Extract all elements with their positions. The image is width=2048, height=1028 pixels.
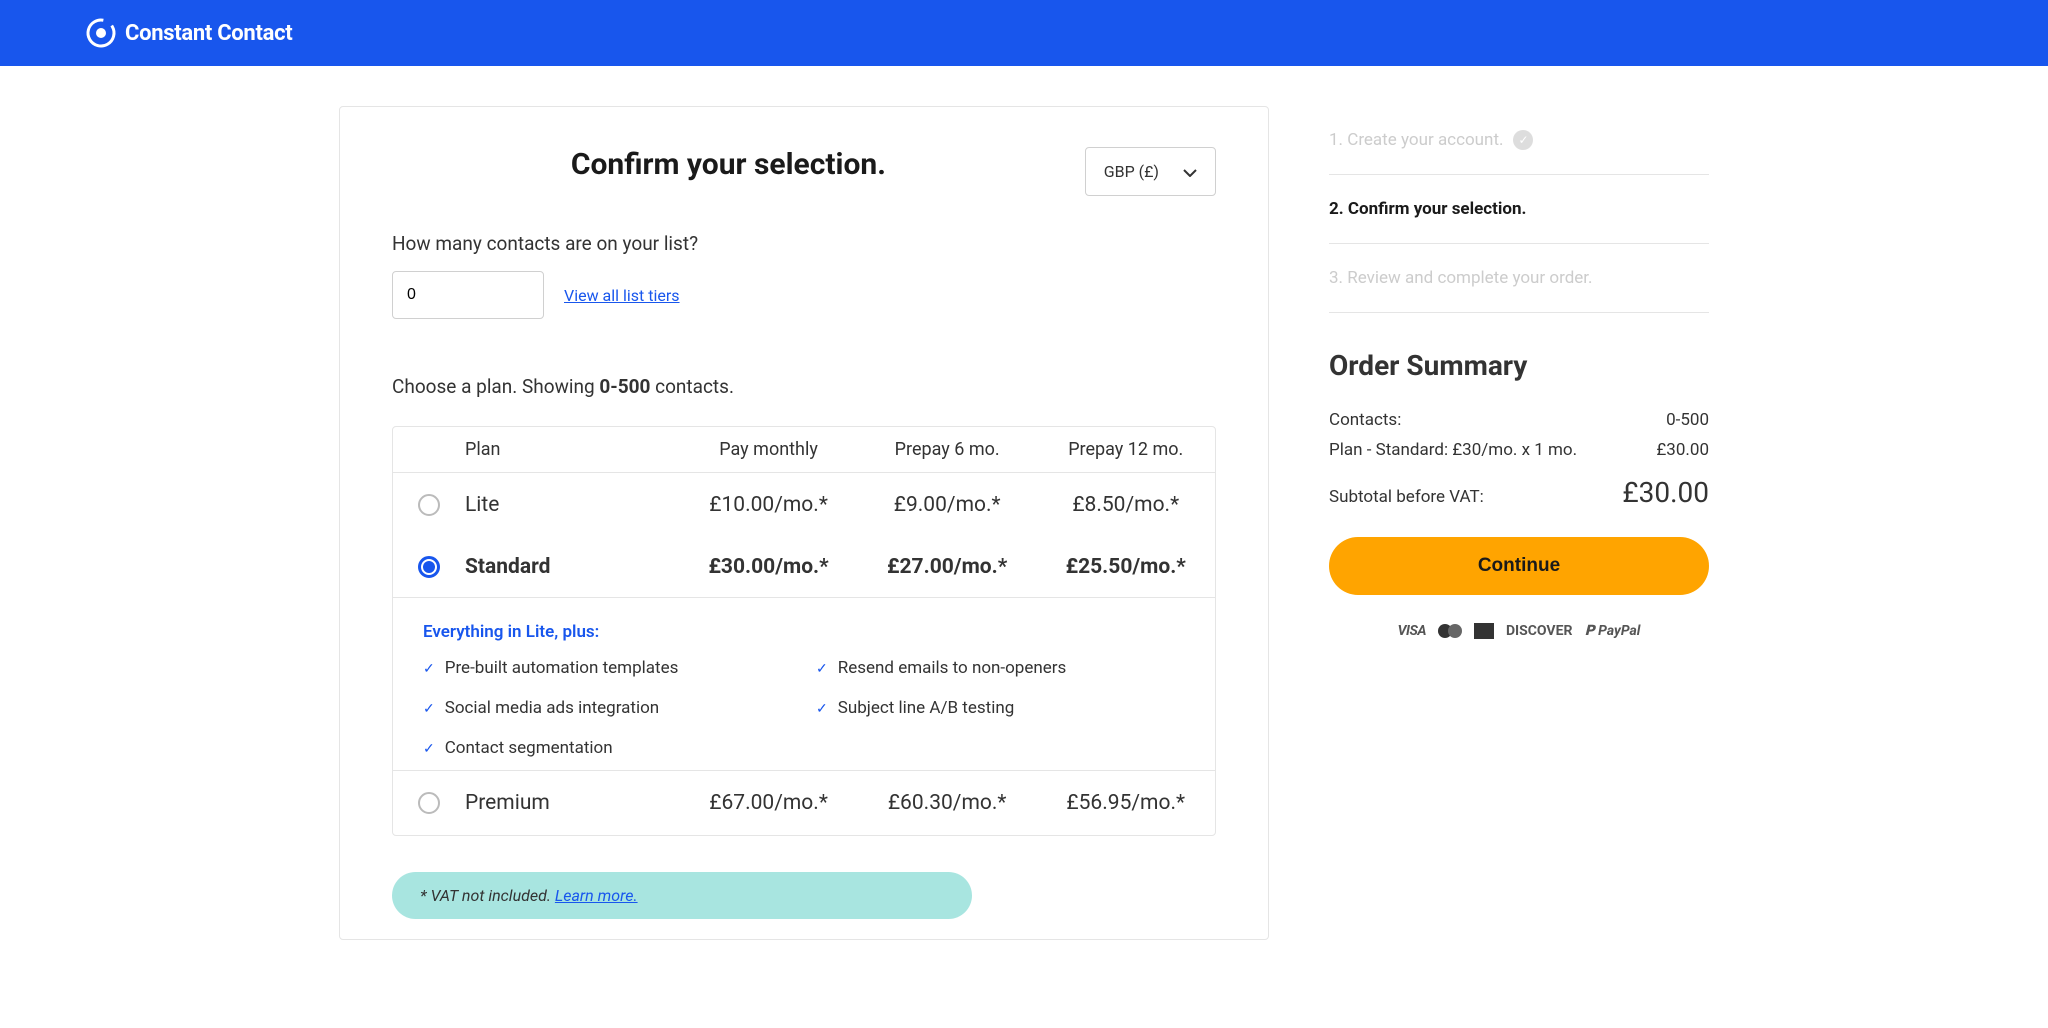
plan-name-lite: Lite bbox=[465, 493, 679, 517]
header: Constant Contact bbox=[0, 0, 2048, 66]
check-icon: ✓ bbox=[423, 701, 435, 717]
summary-contacts-value: 0-500 bbox=[1666, 410, 1709, 430]
continue-button[interactable]: Continue bbox=[1329, 537, 1709, 595]
feature-item: ✓Pre-built automation templates bbox=[423, 658, 792, 678]
check-icon: ✓ bbox=[816, 661, 828, 677]
amex-icon bbox=[1474, 623, 1494, 639]
step-1: 1. Create your account. ✓ bbox=[1329, 106, 1709, 175]
feature-item: ✓Subject line A/B testing bbox=[816, 698, 1185, 718]
feature-item: ✓Contact segmentation bbox=[423, 738, 792, 758]
col-plan: Plan bbox=[465, 439, 679, 460]
chevron-down-icon bbox=[1183, 162, 1197, 181]
plan-table: Plan Pay monthly Prepay 6 mo. Prepay 12 … bbox=[392, 426, 1216, 836]
vat-note: * VAT not included. Learn more. bbox=[392, 872, 972, 919]
feature-item: ✓Resend emails to non-openers bbox=[816, 658, 1185, 678]
summary-contacts-label: Contacts: bbox=[1329, 410, 1401, 430]
vat-learn-more-link[interactable]: Learn more. bbox=[555, 886, 638, 905]
logo[interactable]: Constant Contact bbox=[85, 17, 292, 49]
radio-premium[interactable] bbox=[418, 792, 440, 814]
features: Everything in Lite, plus: ✓Pre-built aut… bbox=[393, 597, 1215, 770]
summary-plan-label: Plan - Standard: £30/mo. x 1 mo. bbox=[1329, 440, 1577, 460]
feature-item: ✓Social media ads integration bbox=[423, 698, 792, 718]
page-title: Confirm your selection. bbox=[392, 147, 1085, 182]
step-3: 3. Review and complete your order. bbox=[1329, 244, 1709, 313]
plan-row-premium[interactable]: Premium £67.00/mo.* £60.30/mo.* £56.95/m… bbox=[393, 770, 1215, 835]
summary-plan-value: £30.00 bbox=[1656, 440, 1709, 460]
contacts-label: How many contacts are on your list? bbox=[392, 232, 1216, 255]
mastercard-icon bbox=[1438, 623, 1462, 639]
paypal-icon: 𝗣 PayPal bbox=[1584, 623, 1640, 639]
radio-standard[interactable] bbox=[418, 556, 440, 578]
check-circle-icon: ✓ bbox=[1513, 130, 1533, 150]
summary-subtotal-value: £30.00 bbox=[1622, 476, 1709, 509]
col-prepay-12: Prepay 12 mo. bbox=[1036, 439, 1215, 460]
visa-icon: VISA bbox=[1398, 623, 1426, 639]
plan-row-standard[interactable]: Standard £30.00/mo.* £27.00/mo.* £25.50/… bbox=[393, 537, 1215, 770]
currency-value: GBP (£) bbox=[1104, 162, 1159, 181]
choose-plan-heading: Choose a plan. Showing 0-500 contacts. bbox=[392, 375, 1216, 398]
payment-logos: VISA DISCOVER 𝗣 PayPal bbox=[1329, 623, 1709, 639]
selection-card: Confirm your selection. GBP (£) How many… bbox=[339, 106, 1269, 940]
discover-icon: DISCOVER bbox=[1506, 623, 1572, 639]
step-2: 2. Confirm your selection. bbox=[1329, 175, 1709, 244]
plan-table-header: Plan Pay monthly Prepay 6 mo. Prepay 12 … bbox=[393, 427, 1215, 472]
view-all-tiers-link[interactable]: View all list tiers bbox=[564, 286, 680, 305]
radio-lite[interactable] bbox=[418, 494, 440, 516]
contacts-input[interactable] bbox=[392, 271, 544, 319]
check-icon: ✓ bbox=[816, 701, 828, 717]
check-icon: ✓ bbox=[423, 661, 435, 677]
col-pay-monthly: Pay monthly bbox=[679, 439, 858, 460]
currency-select[interactable]: GBP (£) bbox=[1085, 147, 1216, 196]
summary-subtotal-label: Subtotal before VAT: bbox=[1329, 487, 1484, 507]
plan-name-premium: Premium bbox=[465, 791, 679, 815]
plan-name-standard: Standard bbox=[465, 555, 679, 579]
progress-steps: 1. Create your account. ✓ 2. Confirm you… bbox=[1329, 106, 1709, 313]
logo-text: Constant Contact bbox=[125, 21, 292, 46]
check-icon: ✓ bbox=[423, 741, 435, 757]
logo-icon bbox=[85, 17, 117, 49]
summary-title: Order Summary bbox=[1329, 349, 1709, 382]
col-prepay-6: Prepay 6 mo. bbox=[858, 439, 1037, 460]
plan-row-lite[interactable]: Lite £10.00/mo.* £9.00/mo.* £8.50/mo.* bbox=[393, 472, 1215, 537]
features-title: Everything in Lite, plus: bbox=[423, 622, 1185, 642]
order-summary: Order Summary Contacts: 0-500 Plan - Sta… bbox=[1329, 313, 1709, 639]
